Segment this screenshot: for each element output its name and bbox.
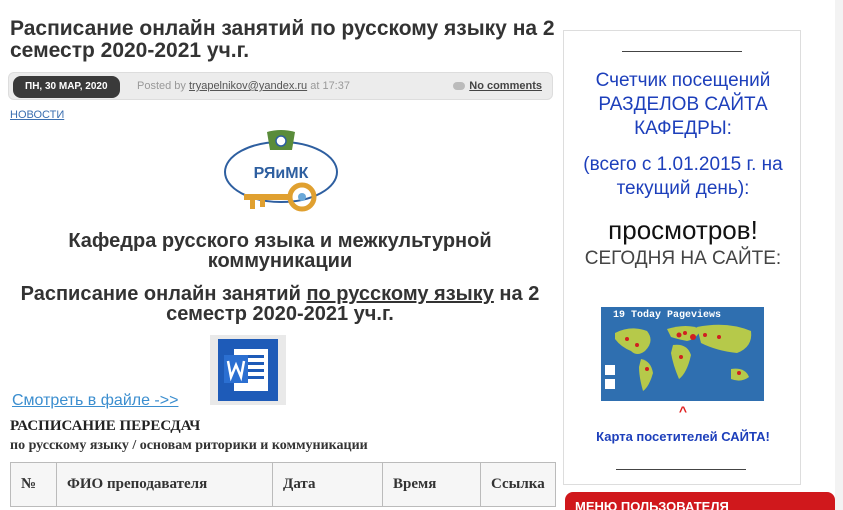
col-teacher: ФИО преподавателя — [56, 462, 273, 507]
university-key-logo: РЯиМК — [224, 130, 338, 212]
counter-since: (всего с 1.01.2015 г. на текущий день): — [583, 154, 783, 199]
comment-icon — [453, 82, 466, 91]
word-document-icon[interactable] — [210, 335, 286, 405]
divider-bottom — [616, 469, 746, 470]
counter-title: Счетчик посещений РАЗДЕЛОВ САЙТА КАФЕДРЫ… — [595, 70, 771, 139]
main-content: Расписание онлайн занятий по русскому яз… — [0, 0, 560, 510]
schedule-title: Расписание онлайн занятий по русскому яз… — [10, 284, 550, 324]
map-zoom-in — [605, 365, 615, 375]
post-time: at 17:37 — [310, 80, 350, 92]
views-label: просмотров! — [608, 215, 758, 245]
page-edge — [835, 0, 843, 510]
sidebar-counter-widget: Счетчик посещений РАЗДЕЛОВ САЙТА КАФЕДРЫ… — [563, 30, 801, 485]
divider — [622, 51, 742, 52]
department-title: Кафедра русского языка и межкультурной к… — [68, 230, 492, 272]
post-meta: Posted by tryapelnikov@yandex.ru at 17:3… — [137, 80, 350, 92]
col-time: Время — [382, 462, 481, 507]
comments-link[interactable]: No comments — [453, 80, 542, 92]
retake-title: РАСПИСАНИЕ ПЕРЕСДАЧ — [10, 418, 201, 434]
visitor-map-widget[interactable]: 19 Today Pageviews — [601, 307, 764, 401]
post-date-badge: ПН, 30 МАР, 2020 — [13, 76, 120, 98]
visitor-map-link[interactable]: Карта посетителей САЙТА! — [564, 429, 802, 444]
user-menu-header[interactable]: МЕНЮ ПОЛЬЗОВАТЕЛЯ — [565, 492, 835, 510]
comments-label: No comments — [469, 80, 542, 92]
posted-by-label: Posted by — [137, 80, 186, 92]
col-number: № — [10, 462, 57, 507]
col-date: Дата — [272, 462, 383, 507]
category-link[interactable]: НОВОСТИ — [10, 109, 64, 121]
schedule-subject-link[interactable]: по русскому языку — [306, 283, 493, 305]
schedule-prefix: Расписание онлайн занятий — [20, 283, 307, 305]
author-link[interactable]: tryapelnikov@yandex.ru — [189, 80, 307, 92]
post-title[interactable]: Расписание онлайн занятий по русскому яз… — [10, 18, 555, 62]
col-link: Ссылка — [480, 462, 556, 507]
retake-table: № ФИО преподавателя Дата Время Ссылка — [10, 462, 556, 507]
retake-subtitle: по русскому языку / основам риторики и к… — [10, 438, 368, 453]
view-file-link[interactable]: Смотреть в файле ->> — [12, 392, 178, 410]
caret-up-icon: ^ — [678, 403, 688, 419]
map-zoom-out — [605, 379, 615, 389]
logo-text: РЯиМК — [254, 165, 309, 182]
today-on-site: СЕГОДНЯ НА САЙТЕ: — [584, 248, 782, 269]
world-map-icon — [605, 324, 752, 391]
table-header-row: № ФИО преподавателя Дата Время Ссылка — [10, 462, 556, 507]
post-meta-bar: ПН, 30 МАР, 2020 Posted by tryapelnikov@… — [8, 72, 553, 100]
